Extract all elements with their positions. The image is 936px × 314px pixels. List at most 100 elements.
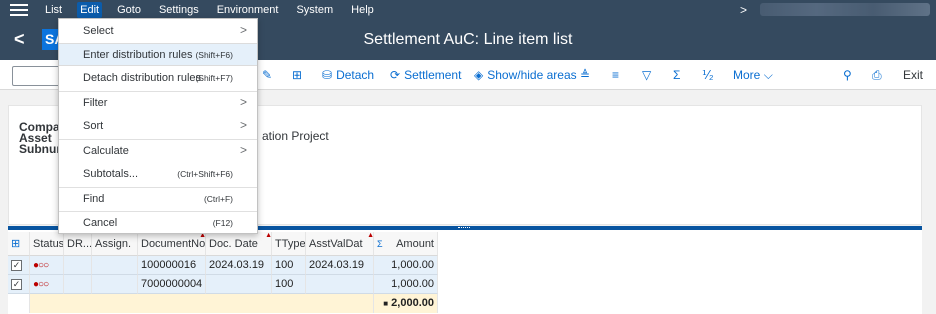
menu-list[interactable]: List — [42, 2, 65, 18]
detach-button[interactable]: ⛁ Detach — [322, 68, 374, 82]
cell-asstvaldat: 2024.03.19 — [306, 256, 374, 275]
print-icon[interactable]: ⎙ — [872, 68, 882, 83]
settlement-button[interactable]: ⟳ Settlement — [390, 68, 461, 82]
menu-settings[interactable]: Settings — [156, 2, 202, 18]
menu-help[interactable]: Help — [348, 2, 377, 18]
exit-button[interactable]: Exit — [903, 68, 923, 82]
menu-item-shortcut: (Shift+F7) — [195, 73, 233, 83]
col-documentno[interactable]: DocumentNo ▲ — [138, 232, 206, 256]
sort-ascending-icon[interactable]: ≜ — [580, 68, 590, 82]
menu-bar: List Edit Goto Settings Environment Syst… — [0, 0, 936, 20]
menu-item-shortcut: (F12) — [212, 218, 233, 228]
col-assign[interactable]: Assign. — [92, 232, 138, 256]
table-row[interactable]: ✓ ●○○ 100000016 2024.03.19 100 2024.03.1… — [8, 256, 438, 275]
menu-system[interactable]: System — [293, 2, 336, 18]
col-dr[interactable]: DR... — [64, 232, 92, 256]
chevron-right-icon: > — [239, 23, 247, 37]
command-field[interactable] — [12, 66, 62, 86]
edit-icon[interactable]: ✎ — [262, 68, 272, 82]
menu-item-select[interactable]: Select > — [59, 20, 257, 43]
sap-window: List Edit Goto Settings Environment Syst… — [0, 0, 936, 314]
menu-item-label: Filter — [83, 97, 108, 109]
line-item-grid: ⊞ Status DR... Assign. DocumentNo ▲ Doc. … — [8, 230, 922, 314]
asset-description: ation Project — [262, 129, 329, 143]
filter-icon[interactable]: ▽ — [642, 68, 651, 82]
total-spacer — [8, 294, 30, 313]
sum-column-icon: Σ — [377, 239, 383, 249]
col-status[interactable]: Status — [30, 232, 64, 256]
menu-item-subtotals[interactable]: Subtotals... (Ctrl+Shift+F6) — [59, 163, 257, 186]
checkbox-icon[interactable]: ✓ — [11, 278, 22, 290]
cell-assign — [92, 256, 138, 275]
menu-goto[interactable]: Goto — [114, 2, 144, 18]
blurred-system-info — [760, 3, 930, 16]
toggle-areas-icon: ◈ — [474, 68, 484, 82]
menu-item-cancel[interactable]: Cancel (F12) — [59, 212, 257, 235]
cell-docdate — [206, 275, 272, 294]
sort-marker-icon: ▲ — [265, 232, 272, 239]
total-amount: ■ 2,000.00 — [374, 294, 438, 313]
more-button[interactable]: More ⌵ — [733, 68, 773, 83]
settings-grid-icon[interactable]: ⊞ — [292, 68, 302, 82]
cell-amount: 1,000.00 — [374, 256, 438, 275]
col-ttype[interactable]: TType — [272, 232, 306, 256]
table-row[interactable]: ✓ ●○○ 7000000004 100 1,000.00 — [8, 275, 438, 294]
menu-item-label: Select — [83, 25, 114, 37]
settlement-label: Settlement — [404, 68, 462, 82]
chevron-right-icon: > — [239, 143, 247, 157]
cell-ttype: 100 — [272, 275, 306, 294]
hierarchy-icon: ⛁ — [322, 68, 333, 82]
detach-label: Detach — [336, 68, 375, 82]
layout-icon[interactable]: ⊞ — [8, 232, 30, 256]
col-asstvaldat-label: AsstValDat — [309, 238, 363, 250]
total-marker-icon: ■ — [383, 299, 389, 308]
menu-item-label: Cancel — [83, 217, 118, 229]
col-amount-label: Amount — [396, 238, 434, 250]
cell-dr — [64, 275, 92, 294]
hamburger-menu-icon[interactable] — [10, 4, 28, 16]
cell-assign — [92, 275, 138, 294]
cell-dr — [64, 256, 92, 275]
refresh-icon: ⟳ — [390, 68, 401, 82]
checkbox-icon[interactable]: ✓ — [11, 259, 22, 271]
cell-ttype: 100 — [272, 256, 306, 275]
sort-descending-icon[interactable]: ≡ — [612, 68, 619, 82]
total-row: ■ 2,000.00 — [8, 294, 438, 313]
show-hide-label: Show/hide areas — [487, 68, 577, 82]
chevron-right-icon: > — [239, 95, 247, 109]
show-hide-areas-button[interactable]: ◈ Show/hide areas — [474, 68, 577, 82]
traffic-light-icon: ●○○ — [30, 275, 64, 294]
col-amount[interactable]: Σ Amount — [374, 232, 438, 256]
total-filler — [30, 294, 374, 313]
menu-overflow-icon[interactable]: > — [740, 3, 747, 17]
menu-item-enter-distribution-rules[interactable]: Enter distribution rules (Shift+F6) — [59, 43, 257, 66]
menu-item-filter[interactable]: Filter > — [59, 92, 257, 115]
menu-item-sort[interactable]: Sort > — [59, 115, 257, 138]
edit-dropdown-menu: Select > Enter distribution rules (Shift+F… — [58, 18, 258, 234]
chevron-down-icon: ⌵ — [763, 68, 773, 82]
cell-docno[interactable]: 7000000004 — [138, 275, 206, 294]
menu-edit[interactable]: Edit — [77, 2, 103, 18]
row-checkbox[interactable]: ✓ — [8, 256, 30, 275]
cell-asstvaldat — [306, 275, 374, 294]
col-asstvaldat[interactable]: AsstValDat ▲ — [306, 232, 374, 256]
menu-item-shortcut: (Shift+F6) — [195, 50, 233, 60]
menu-item-calculate[interactable]: Calculate > — [59, 140, 257, 163]
grid-header-row: ⊞ Status DR... Assign. DocumentNo ▲ Doc. … — [8, 232, 438, 256]
col-documentno-label: DocumentNo — [141, 238, 206, 250]
subtotal-icon[interactable]: ⅟₂ — [702, 68, 713, 82]
sum-icon[interactable]: Σ — [673, 68, 680, 82]
col-docdate-label: Doc. Date — [209, 238, 258, 250]
search-icon[interactable]: ⚲ — [843, 68, 852, 82]
splitter-grip-icon[interactable] — [458, 227, 470, 229]
menu-item-find[interactable]: Find (Ctrl+F) — [59, 188, 257, 211]
menu-item-detach-distribution-rules[interactable]: Detach distribution rules (Shift+F7) — [59, 67, 257, 90]
menu-item-label: Sort — [83, 120, 104, 132]
col-docdate[interactable]: Doc. Date ▲ — [206, 232, 272, 256]
row-checkbox[interactable]: ✓ — [8, 275, 30, 294]
cell-docno[interactable]: 100000016 — [138, 256, 206, 275]
traffic-light-icon: ●○○ — [30, 256, 64, 275]
menu-environment[interactable]: Environment — [214, 2, 282, 18]
cell-amount: 1,000.00 — [374, 275, 438, 294]
menu-item-shortcut: (Ctrl+Shift+F6) — [177, 169, 233, 179]
